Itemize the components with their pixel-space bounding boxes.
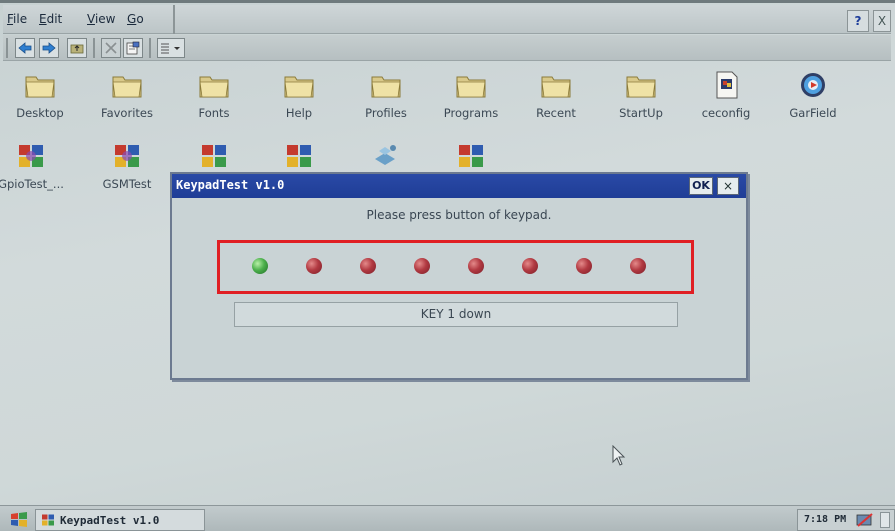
desktop-icon-label: StartUp xyxy=(619,106,663,120)
app-icon xyxy=(801,73,825,97)
desktop-icon-startup[interactable]: StartUp xyxy=(598,70,684,120)
menu-edit[interactable]: Edit xyxy=(39,12,62,26)
app-icon[interactable] xyxy=(198,141,230,171)
keypad-test-dialog: KeypadTest v1.0 OK × Please press button… xyxy=(170,172,748,380)
toolbar-grip xyxy=(6,38,8,58)
key-led-2 xyxy=(306,258,322,274)
toolbar-separator xyxy=(93,38,95,58)
system-tray: 7:18 PM xyxy=(797,509,895,531)
folder-icon xyxy=(456,76,486,98)
desktop-icon-label: Desktop xyxy=(16,106,64,120)
key-led-4 xyxy=(414,258,430,274)
desktop-icon-garfield[interactable]: GarField xyxy=(770,70,856,120)
key-status-field: KEY 1 down xyxy=(234,302,678,327)
clock[interactable]: 7:18 PM xyxy=(804,514,846,525)
desktop-icon-label: GpioTest_... xyxy=(0,177,64,191)
desktop-icon-label: Fonts xyxy=(198,106,230,120)
desktop-icon-programs[interactable]: Programs xyxy=(428,70,514,120)
setup-icon[interactable] xyxy=(369,141,401,171)
delete-button[interactable] xyxy=(101,38,121,58)
folder-icon xyxy=(626,76,656,98)
key-led-3 xyxy=(360,258,376,274)
toolbar-separator xyxy=(149,38,151,58)
folder-icon xyxy=(371,76,401,98)
app-icon[interactable] xyxy=(283,141,315,171)
desktop-icon-recent[interactable]: Recent xyxy=(513,70,599,120)
folder-icon xyxy=(199,76,229,98)
app-icon xyxy=(19,145,43,167)
ok-button[interactable]: OK xyxy=(689,177,713,195)
toolbar xyxy=(3,35,891,61)
led-row xyxy=(220,243,691,291)
led-highlight-box xyxy=(217,240,694,294)
views-dropdown-button[interactable] xyxy=(157,38,185,58)
dialog-message: Please press button of keypad. xyxy=(366,208,552,222)
dialog-title-bar[interactable]: KeypadTest v1.0 OK × xyxy=(172,174,746,198)
taskbar-item-keypadtest[interactable]: KeypadTest v1.0 xyxy=(35,509,205,531)
back-button[interactable] xyxy=(15,38,35,58)
desktop-icon-fonts[interactable]: Fonts xyxy=(171,70,257,120)
forward-button[interactable] xyxy=(39,38,59,58)
up-folder-icon xyxy=(70,44,84,54)
desktop-icon-gsmtest[interactable]: GSMTest xyxy=(84,141,170,191)
app-icon[interactable] xyxy=(455,141,487,171)
key-led-8 xyxy=(630,258,646,274)
key-led-7 xyxy=(576,258,592,274)
close-button[interactable]: X xyxy=(873,10,891,32)
desktop-icon-ceconfig[interactable]: ceconfig xyxy=(683,70,769,120)
taskbar-item-label: KeypadTest v1.0 xyxy=(60,514,160,527)
desktop-icon-help[interactable]: Help xyxy=(256,70,342,120)
folder-icon xyxy=(25,76,55,98)
key-led-6 xyxy=(522,258,538,274)
properties-button[interactable] xyxy=(123,38,143,58)
desktop-icon-profiles[interactable]: Profiles xyxy=(343,70,429,120)
desktop-icon-desktop[interactable]: Desktop xyxy=(0,70,83,120)
dialog-close-button[interactable]: × xyxy=(717,177,739,195)
folder-icon xyxy=(284,76,314,98)
desktop-icon-label: Programs xyxy=(443,106,499,120)
properties-icon xyxy=(126,41,140,55)
help-button[interactable]: ? xyxy=(847,10,869,32)
desktop-icon-label: Help xyxy=(285,106,313,120)
desktop-screen: File Edit View Go ? X Desktop Favorites … xyxy=(0,0,895,531)
menu-view[interactable]: View xyxy=(87,12,115,26)
app-icon xyxy=(42,514,54,526)
start-icon[interactable] xyxy=(10,511,28,527)
up-folder-button[interactable] xyxy=(67,38,87,58)
menu-bar: File Edit View Go ? X xyxy=(3,5,891,34)
desktop-icon-gpiotest[interactable]: GpioTest_... xyxy=(0,141,74,191)
tray-expand-button[interactable] xyxy=(880,512,890,528)
desktop-icon-label: GSMTest xyxy=(102,177,152,191)
forward-arrow-icon xyxy=(42,42,56,54)
key-led-1 xyxy=(252,258,268,274)
back-arrow-icon xyxy=(18,42,32,54)
config-file-icon xyxy=(716,71,738,99)
desktop-icon-favorites[interactable]: Favorites xyxy=(84,70,170,120)
key-led-5 xyxy=(468,258,484,274)
folder-icon xyxy=(541,76,571,98)
desktop-icon-label: GarField xyxy=(789,106,837,120)
desktop-icon-label: Recent xyxy=(536,106,576,120)
mouse-pointer-icon xyxy=(612,445,626,466)
network-icon[interactable] xyxy=(856,512,874,528)
dialog-title: KeypadTest v1.0 xyxy=(176,178,285,192)
folder-icon xyxy=(112,76,142,98)
delete-x-icon xyxy=(105,42,117,54)
desktop-icon-label: Favorites xyxy=(101,106,153,120)
app-icon xyxy=(115,145,139,167)
desktop-icon-label: ceconfig xyxy=(701,106,751,120)
menu-divider xyxy=(173,5,175,34)
taskbar: KeypadTest v1.0 7:18 PM xyxy=(0,505,895,531)
views-list-icon xyxy=(161,43,180,54)
menu-go[interactable]: Go xyxy=(127,12,144,26)
desktop-icon-label: Profiles xyxy=(365,106,407,120)
menu-file[interactable]: File xyxy=(7,12,27,26)
